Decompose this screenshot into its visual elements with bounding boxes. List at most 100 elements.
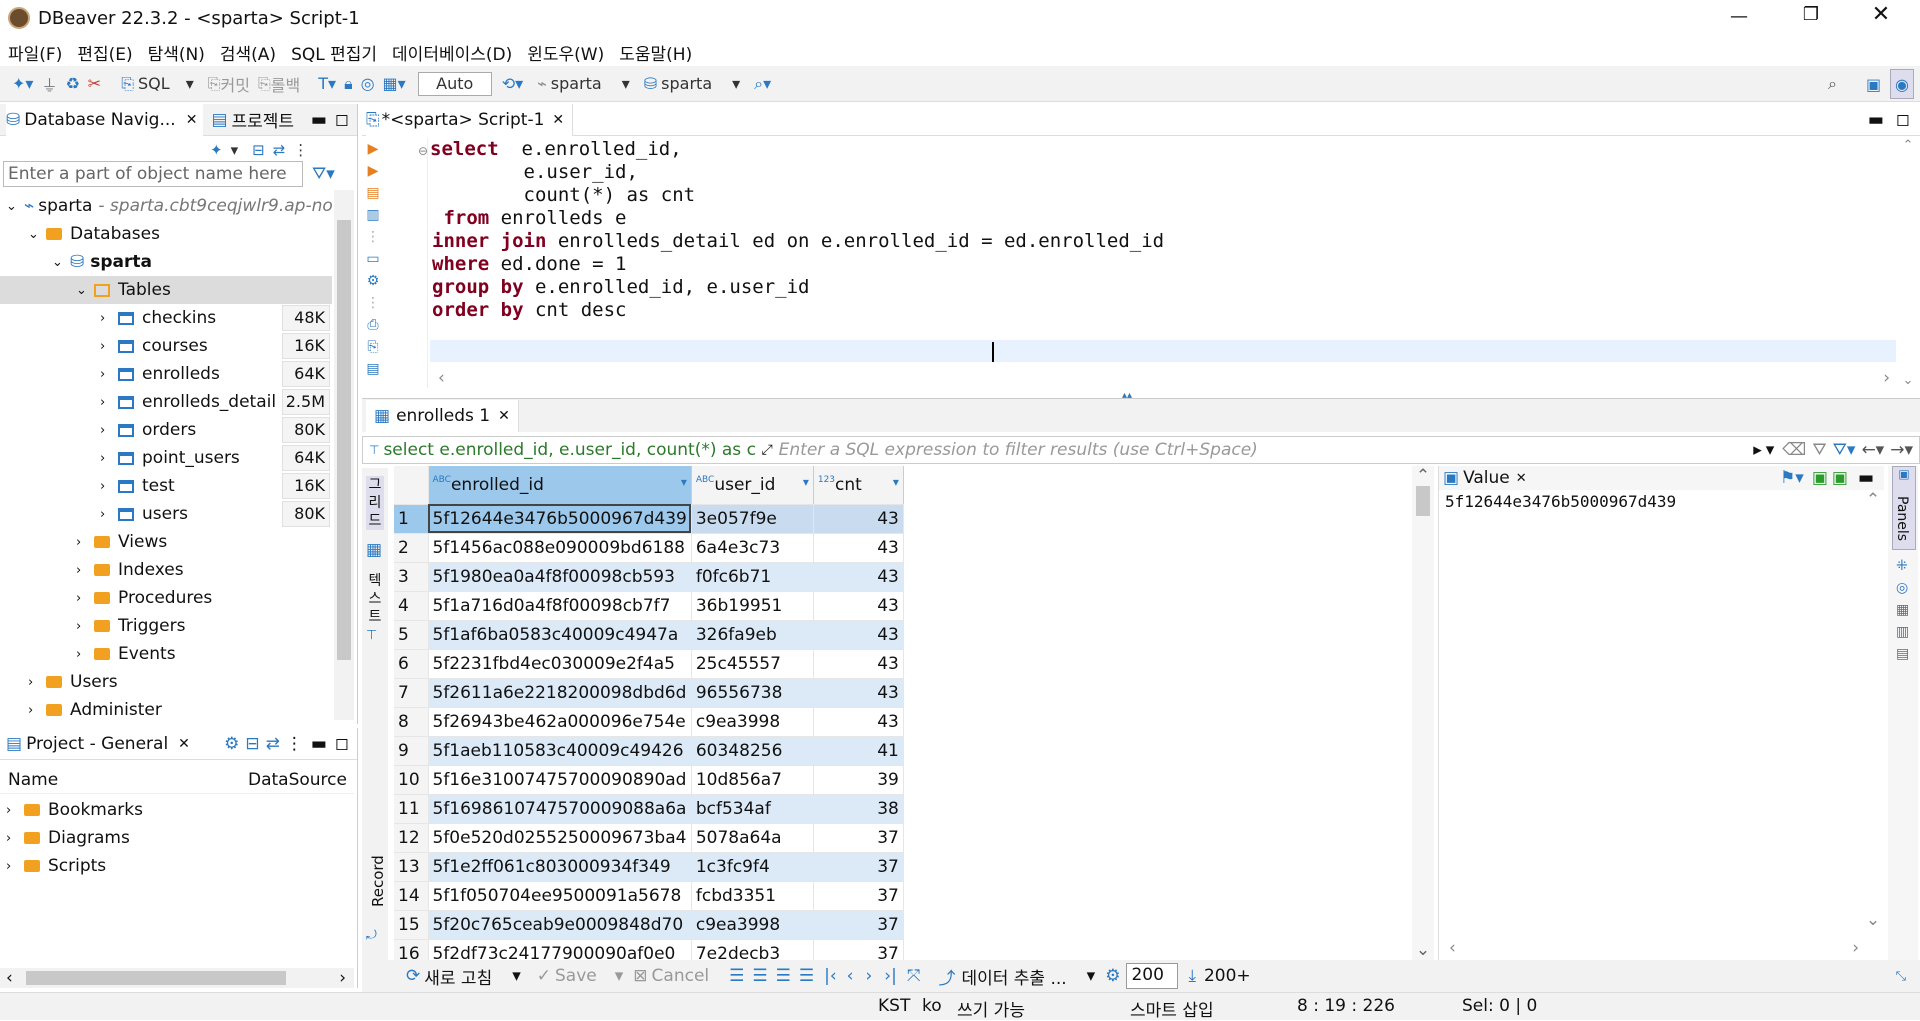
execute-statement-icon[interactable]: ▶ [362,138,384,160]
cell-user-id[interactable]: 6a4e3c73 [691,533,814,563]
row-number[interactable]: 10 [394,765,429,795]
settings-icon[interactable]: ⚙ [362,270,384,292]
code-line[interactable]: inner join enrolleds_detail ed on e.enro… [432,230,1164,252]
history-icon[interactable]: ⟲▾ [498,69,527,99]
scroll-thumb[interactable] [337,220,351,660]
cell-user-id[interactable]: 36b19951 [691,591,814,621]
column-header-cnt[interactable]: 123cnt ▾ [813,466,904,505]
copy-row-icon[interactable]: ☰ [776,966,791,986]
code-line[interactable]: from enrolleds e [432,207,626,229]
grid-mode-button[interactable]: 그리드 [366,476,384,530]
cell-cnt[interactable]: 43 [813,591,904,621]
column-name-header[interactable]: Name [8,770,248,790]
next-page-icon[interactable]: › [865,966,872,986]
minimize-panel-icon[interactable]: ▬ [1858,468,1874,488]
navigator-scrollbar[interactable] [334,190,354,720]
content-viewer-icon[interactable]: ⚑▾ [1780,468,1804,488]
edit-row-icon[interactable]: ☰ [729,966,744,986]
code-line[interactable]: count(*) as cnt [432,184,696,206]
table-row[interactable]: 1 5f12644e3476b5000967d439 3e057f9e 43 [394,504,904,534]
back-icon[interactable]: ←▾ [1861,440,1884,460]
row-number[interactable]: 5 [394,620,429,650]
settings-icon[interactable]: ⚙ [1105,966,1120,986]
apply-filter-icon[interactable]: ▸ [1753,440,1762,460]
cell-enrolled-id[interactable]: 5f1f050704ee9500091a5678 [428,881,692,911]
row-number[interactable]: 7 [394,678,429,708]
commit-button[interactable]: ⎘ 커밋 [204,69,254,99]
tree-folder-triggers[interactable]: › Triggers [76,612,186,640]
results-filter-input[interactable]: Enter a SQL expression to filter results… [779,440,1679,460]
references-icon[interactable]: ◎ [1896,580,1908,596]
cell-enrolled-id[interactable]: 5f1af6ba0583c40009c4947a [428,620,692,650]
editor-vscrollbar[interactable]: ⌃ ⌄ [1898,138,1918,388]
minimize-panel-icon[interactable]: ▬ [311,110,327,130]
cell-user-id[interactable]: 25c45557 [691,649,814,679]
cell-user-id[interactable]: 10d856a7 [691,765,814,795]
perspective-icon[interactable]: ▣ [1862,69,1885,99]
calc-icon[interactable]: ▥ [1896,624,1909,640]
cell-user-id[interactable]: f0fc6b71 [691,562,814,592]
menu-window[interactable]: 윈도우(W) [527,40,604,65]
tree-folder-procedures[interactable]: › Procedures [76,584,212,612]
cancel-button[interactable]: ⊠ Cancel [633,966,709,986]
code-line[interactable]: e.user_id, [432,161,638,183]
navigator-filter-input[interactable]: Enter a part of object name here [3,161,303,187]
cell-user-id[interactable]: 3e057f9e [691,504,814,534]
collapse-icon[interactable]: ⊟ [245,734,259,754]
grouping-icon[interactable]: ▦ [1896,602,1909,618]
row-number[interactable]: 16 [394,939,429,960]
settings-icon[interactable]: ⚙ [224,734,239,754]
results-vscrollbar[interactable]: ⌃ ⌄ [1412,466,1434,960]
tree-table-orders[interactable]: › orders [100,416,196,444]
sql-editor-button[interactable]: ⎘ SQL ▾ [117,69,198,99]
link-editor-icon[interactable]: ⇄ [273,141,286,159]
table-row[interactable]: 11 5f1698610747570009088a6a bcf534af 38 [394,794,904,824]
cell-user-id[interactable]: 60348256 [691,736,814,766]
cell-enrolled-id[interactable]: 5f1980ea0a4f8f00098cb593 [428,562,692,592]
datasource-selector[interactable]: ⌁ sparta ▾ [533,69,634,99]
add-row-icon[interactable]: ☰ [752,966,767,986]
expand-panel-icon[interactable]: ⤡ [1896,969,1906,984]
close-icon[interactable]: ✕ [178,736,190,752]
collapse-all-icon[interactable]: ⊟ [252,141,265,159]
tree-table-users[interactable]: › users [100,500,188,528]
tree-folder-indexes[interactable]: › Indexes [76,556,184,584]
project-item-bookmarks[interactable]: › Bookmarks [6,796,143,824]
export-data-button[interactable]: ⤴ 데이터 추출 ... ▾ [938,964,1095,989]
tree-table-enrolleds[interactable]: › enrolleds [100,360,220,388]
explain-plan-icon[interactable]: ▥ [362,204,384,226]
tree-table-point_users[interactable]: › point_users [100,444,240,472]
row-number[interactable]: 14 [394,881,429,911]
table-row[interactable]: 2 5f1456ac088e090009bd6188 6a4e3c73 43 [394,533,904,563]
cell-cnt[interactable]: 37 [813,823,904,853]
table-row[interactable]: 3 5f1980ea0a4f8f00098cb593 f0fc6b71 43 [394,562,904,592]
row-number[interactable]: 15 [394,910,429,940]
cell-cnt[interactable]: 39 [813,765,904,795]
row-number[interactable]: 6 [394,649,429,679]
save-button[interactable]: ✓ Save ▾ [537,966,624,986]
scroll-right-icon[interactable]: › [1883,368,1890,388]
scroll-thumb[interactable] [1416,486,1430,516]
record-mode-button[interactable]: Record [369,847,387,907]
row-number[interactable]: 8 [394,707,429,737]
new-connection-icon[interactable]: ✦▾ [8,69,37,99]
metadata-icon[interactable]: ⁜ [1896,558,1908,574]
cell-cnt[interactable]: 37 [813,881,904,911]
table-row[interactable]: 7 5f2611a6e2218200098dbd6d 96556738 43 [394,678,904,708]
code-line[interactable]: where ed.done = 1 [432,253,626,275]
table-row[interactable]: 13 5f1e2ff061c803000934f349 1c3fc9f4 37 [394,852,904,882]
fetch-all-icon[interactable]: ⤧ [907,966,921,986]
menu-help[interactable]: 도움말(H) [619,40,692,65]
cell-enrolled-id[interactable]: 5f1e2ff061c803000934f349 [428,852,692,882]
column-header-user_id[interactable]: ABCuser_id ▾ [691,466,814,505]
forward-icon[interactable]: →▾ [1890,440,1913,460]
menu-database[interactable]: 데이터베이스(D) [392,40,512,65]
cell-user-id[interactable]: bcf534af [691,794,814,824]
scroll-down-icon[interactable]: ⌄ [1412,940,1434,960]
value-vscroll[interactable]: ⌃ ⌄ [1863,490,1883,930]
link-icon[interactable]: ⇄ [266,734,280,754]
scroll-left-icon[interactable]: ‹ [438,368,445,388]
tree-table-courses[interactable]: › courses [100,332,208,360]
text-view-icon[interactable]: ⊤ [366,628,377,643]
sort-icon[interactable]: ▾ [681,475,687,489]
